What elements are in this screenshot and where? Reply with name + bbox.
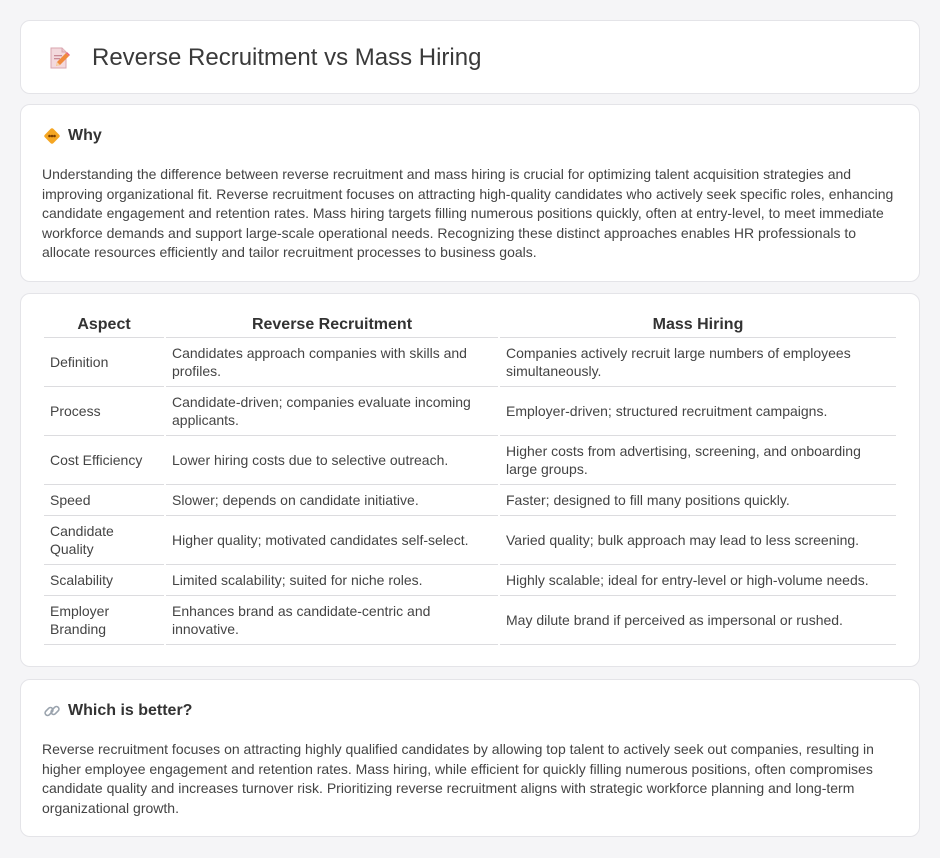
aspect-cell: Definition	[44, 338, 164, 387]
table-header-row: Aspect Reverse Recruitment Mass Hiring	[44, 316, 896, 338]
mass-cell: Varied quality; bulk approach may lead t…	[500, 516, 896, 565]
link-icon	[43, 702, 61, 720]
table-row: Process Candidate-driven; companies eval…	[44, 387, 896, 436]
table-row: Candidate Quality Higher quality; motiva…	[44, 516, 896, 565]
why-heading: Why	[68, 127, 102, 144]
better-header: Which is better?	[43, 702, 192, 720]
reverse-cell: Limited scalability; suited for niche ro…	[166, 565, 498, 596]
aspect-cell: Speed	[44, 485, 164, 516]
table-row: Definition Candidates approach companies…	[44, 338, 896, 387]
header-aspect: Aspect	[44, 316, 164, 338]
why-section: Why Understanding the difference between…	[20, 104, 920, 282]
mass-cell: Faster; designed to fill many positions …	[500, 485, 896, 516]
title-card: Reverse Recruitment vs Mass Hiring	[20, 20, 920, 94]
comparison-section: Aspect Reverse Recruitment Mass Hiring D…	[20, 293, 920, 667]
mass-cell: Highly scalable; ideal for entry-level o…	[500, 565, 896, 596]
reverse-cell: Lower hiring costs due to selective outr…	[166, 436, 498, 485]
mass-cell: Employer-driven; structured recruitment …	[500, 387, 896, 436]
page-title: Reverse Recruitment vs Mass Hiring	[92, 44, 482, 71]
aspect-cell: Cost Efficiency	[44, 436, 164, 485]
comparison-table: Aspect Reverse Recruitment Mass Hiring D…	[42, 316, 898, 645]
reverse-cell: Slower; depends on candidate initiative.	[166, 485, 498, 516]
diamond-signal-icon	[43, 127, 61, 145]
why-text: Understanding the difference between rev…	[42, 166, 894, 260]
aspect-cell: Process	[44, 387, 164, 436]
table-row: Employer Branding Enhances brand as cand…	[44, 596, 896, 645]
header-reverse-recruitment: Reverse Recruitment	[166, 316, 498, 338]
mass-cell: Companies actively recruit large numbers…	[500, 338, 896, 387]
aspect-cell: Scalability	[44, 565, 164, 596]
reverse-cell: Candidates approach companies with skill…	[166, 338, 498, 387]
better-heading: Which is better?	[68, 702, 193, 719]
table-row: Cost Efficiency Lower hiring costs due t…	[44, 436, 896, 485]
aspect-cell: Candidate Quality	[44, 516, 164, 565]
reverse-cell: Higher quality; motivated candidates sel…	[166, 516, 498, 565]
reverse-cell: Enhances brand as candidate-centric and …	[166, 596, 498, 645]
better-text: Reverse recruitment focuses on attractin…	[42, 741, 874, 816]
header-mass-hiring: Mass Hiring	[500, 316, 896, 338]
table-row: Scalability Limited scalability; suited …	[44, 565, 896, 596]
reverse-cell: Candidate-driven; companies evaluate inc…	[166, 387, 498, 436]
mass-cell: Higher costs from advertising, screening…	[500, 436, 896, 485]
mass-cell: May dilute brand if perceived as imperso…	[500, 596, 896, 645]
aspect-cell: Employer Branding	[44, 596, 164, 645]
table-row: Speed Slower; depends on candidate initi…	[44, 485, 896, 516]
which-is-better-section: Which is better? Reverse recruitment foc…	[20, 679, 920, 837]
document-pencil-icon	[47, 46, 71, 70]
why-header: Why	[43, 127, 102, 145]
